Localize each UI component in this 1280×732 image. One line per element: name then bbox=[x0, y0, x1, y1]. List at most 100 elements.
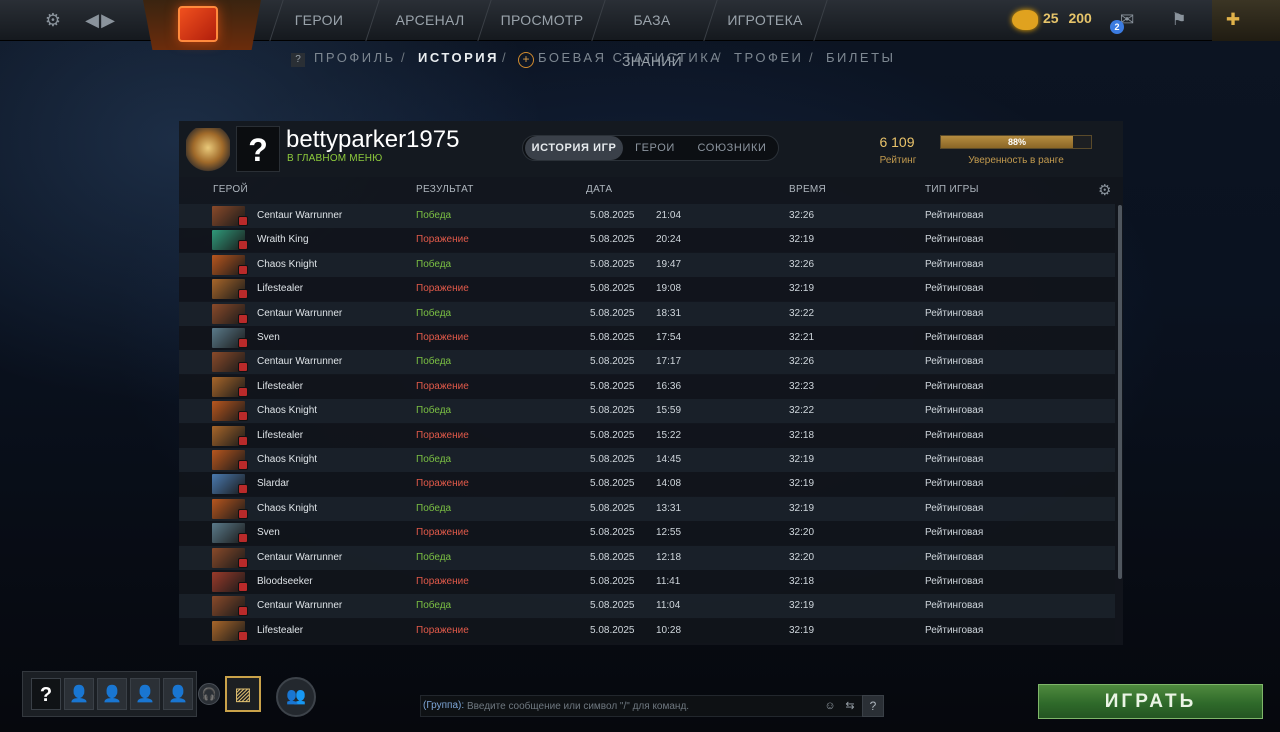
hero-role-badge-icon bbox=[238, 606, 248, 617]
column-header-duration[interactable]: ВРЕМЯ bbox=[789, 184, 826, 195]
column-header-date[interactable]: ДАТА bbox=[586, 184, 612, 195]
rank-medal-icon[interactable] bbox=[186, 128, 230, 172]
party-self-avatar[interactable]: ? bbox=[31, 678, 61, 710]
chat-input[interactable] bbox=[467, 698, 817, 714]
play-button[interactable]: ИГРАТЬ bbox=[1038, 684, 1263, 719]
subnav-trophies[interactable]: ТРОФЕИ bbox=[734, 50, 803, 65]
table-row[interactable]: Lifestealer Поражение 5.08.2025 19:08 32:19 Р… bbox=[179, 277, 1115, 302]
hero-role-badge-icon bbox=[238, 386, 248, 397]
table-settings-gear-icon[interactable]: ⚙ bbox=[1098, 181, 1111, 199]
table-row[interactable]: Slardar Поражение 5.08.2025 14:08 32:19 Рейти… bbox=[179, 472, 1115, 497]
table-row[interactable]: Centaur Warrunner Победа 5.08.2025 17:17 32:… bbox=[179, 350, 1115, 375]
column-header-game-type[interactable]: ТИП ИГРЫ bbox=[925, 184, 979, 195]
settings-gear-icon[interactable]: ⚙ bbox=[41, 8, 65, 32]
table-row[interactable]: Lifestealer Поражение 5.08.2025 16:36 32:23 Р… bbox=[179, 374, 1115, 399]
tab-heroes[interactable]: ГЕРОИ bbox=[627, 136, 683, 160]
match-time: 14:08 bbox=[656, 478, 682, 490]
chat-channel-label[interactable]: (Группа): bbox=[423, 700, 464, 711]
group-finder-icon[interactable]: 👥 bbox=[276, 677, 316, 717]
nav-tab-arcade[interactable]: ИГРОТЕКА bbox=[720, 0, 810, 41]
table-row[interactable]: Centaur Warrunner Победа 5.08.2025 11:04 32:… bbox=[179, 594, 1115, 619]
hero-name: Lifestealer bbox=[257, 380, 304, 392]
hero-role-badge-icon bbox=[238, 630, 248, 641]
hero-role-badge-icon bbox=[238, 362, 248, 373]
table-row[interactable]: Bloodseeker Поражение 5.08.2025 11:41 32:18 Р… bbox=[179, 570, 1115, 594]
match-type: Рейтинговая bbox=[925, 234, 984, 246]
rating-value: 6 109 bbox=[879, 134, 915, 150]
party-slot-empty[interactable]: 👤 bbox=[130, 678, 160, 710]
match-time: 18:31 bbox=[656, 307, 682, 319]
dota-logo-icon[interactable] bbox=[178, 6, 218, 42]
table-row[interactable]: Chaos Knight Победа 5.08.2025 14:45 32:19 Рей… bbox=[179, 448, 1115, 472]
currency-display[interactable]: 25 200 bbox=[1043, 10, 1092, 26]
match-duration: 32:26 bbox=[789, 258, 815, 270]
table-row[interactable]: Wraith King Поражение 5.08.2025 20:24 32:19 Р… bbox=[179, 228, 1115, 253]
subnav-profile[interactable]: ПРОФИЛЬ bbox=[314, 50, 396, 65]
hero-name: Sven bbox=[257, 527, 280, 539]
hero-role-badge-icon bbox=[238, 435, 248, 446]
table-row[interactable]: Lifestealer Поражение 5.08.2025 15:22 32:18 Р… bbox=[179, 423, 1115, 448]
table-row[interactable]: Chaos Knight Победа 5.08.2025 19:47 32:26 Рей… bbox=[179, 252, 1115, 277]
table-header: ГЕРОЙ РЕЗУЛЬТАТ ДАТА ВРЕМЯ ТИП ИГРЫ ⚙ bbox=[179, 179, 1123, 201]
hero-role-badge-icon bbox=[238, 264, 248, 275]
table-row[interactable]: Lifestealer Поражение 5.08.2025 10:28 32:19 Р… bbox=[179, 618, 1115, 643]
match-type: Рейтинговая bbox=[925, 380, 984, 392]
table-row[interactable]: Chaos Knight Победа 5.08.2025 13:31 32:19 Рей… bbox=[179, 496, 1115, 521]
table-row[interactable]: Centaur Warrunner Победа 5.08.2025 21:04 32:… bbox=[179, 204, 1115, 228]
party-slot-empty[interactable]: 👤 bbox=[97, 678, 127, 710]
subnav-separator: / bbox=[809, 50, 813, 65]
match-result: Поражение bbox=[416, 624, 469, 636]
hero-role-badge-icon bbox=[238, 557, 248, 568]
match-result: Поражение bbox=[416, 234, 469, 246]
emoji-icon[interactable]: ☺ bbox=[822, 698, 838, 714]
tab-allies[interactable]: СОЮЗНИКИ bbox=[687, 136, 777, 160]
match-result: Поражение bbox=[416, 283, 469, 295]
nav-tab-knowledge-base[interactable]: БАЗА ЗНАНИЙ bbox=[604, 0, 700, 69]
table-row[interactable]: Centaur Warrunner Победа 5.08.2025 12:18 32:… bbox=[179, 545, 1115, 570]
subnav-separator: / bbox=[717, 50, 721, 65]
table-row[interactable]: Chaos Knight Победа 5.08.2025 15:59 32:22 Рей… bbox=[179, 399, 1115, 424]
subnav-tickets[interactable]: БИЛЕТЫ bbox=[826, 50, 896, 65]
match-result: Победа bbox=[416, 356, 452, 368]
friends-banner-icon[interactable]: ⚑ bbox=[1166, 8, 1192, 32]
avatar[interactable]: ? bbox=[236, 126, 280, 172]
hero-role-badge-icon bbox=[238, 216, 248, 226]
hero-name: Lifestealer bbox=[257, 283, 304, 295]
match-duration: 32:22 bbox=[789, 405, 815, 417]
match-date: 5.08.2025 bbox=[590, 283, 635, 295]
match-duration: 32:26 bbox=[789, 356, 815, 368]
nav-tab-watch[interactable]: ПРОСМОТР bbox=[494, 0, 590, 41]
match-duration: 32:20 bbox=[789, 527, 815, 539]
match-duration: 32:20 bbox=[789, 551, 815, 563]
match-duration: 32:18 bbox=[789, 429, 815, 441]
match-result: Победа bbox=[416, 405, 452, 417]
nav-tab-heroes[interactable]: ГЕРОИ bbox=[280, 0, 358, 41]
match-date: 5.08.2025 bbox=[590, 624, 635, 636]
column-header-hero[interactable]: ГЕРОЙ bbox=[213, 184, 248, 195]
match-time: 17:17 bbox=[656, 356, 682, 368]
forward-arrow-icon[interactable]: ▶ bbox=[96, 8, 120, 32]
match-date: 5.08.2025 bbox=[590, 210, 635, 221]
scrollbar[interactable] bbox=[1118, 205, 1122, 579]
match-result: Поражение bbox=[416, 478, 469, 490]
match-duration: 32:19 bbox=[789, 502, 815, 514]
top-navigation: ⚙ ◀ ▶ ГЕРОИ АРСЕНАЛ ПРОСМОТР БАЗА ЗНАНИЙ… bbox=[0, 0, 1280, 69]
chat-help-button[interactable]: ? bbox=[862, 695, 884, 717]
match-date: 5.08.2025 bbox=[590, 307, 635, 319]
table-row[interactable]: Centaur Warrunner Победа 5.08.2025 18:31 32:… bbox=[179, 301, 1115, 326]
table-row[interactable]: Sven Поражение 5.08.2025 17:54 32:21 Рейтинго… bbox=[179, 326, 1115, 350]
nav-tab-armory[interactable]: АРСЕНАЛ bbox=[384, 0, 476, 41]
party-slot-empty[interactable]: 👤 bbox=[163, 678, 193, 710]
subnav-history[interactable]: ИСТОРИЯ bbox=[418, 50, 499, 65]
rank-tier-icon[interactable]: ▨ bbox=[225, 676, 261, 712]
table-row[interactable]: Sven Поражение 5.08.2025 12:55 32:20 Рейтинго… bbox=[179, 521, 1115, 546]
tab-match-history[interactable]: ИСТОРИЯ ИГР bbox=[525, 136, 623, 160]
subnav-combat-stats[interactable]: БОЕВАЯ СТАТИСТИКА bbox=[538, 50, 721, 65]
party-slot-empty[interactable]: 👤 bbox=[64, 678, 94, 710]
chat-wheel-icon[interactable]: ⇆ bbox=[842, 698, 858, 714]
match-type: Рейтинговая bbox=[925, 429, 984, 441]
hero-role-badge-icon bbox=[238, 508, 248, 519]
column-header-result[interactable]: РЕЗУЛЬТАТ bbox=[416, 184, 474, 195]
dota-plus-button[interactable]: ✚ bbox=[1212, 0, 1280, 41]
voice-headset-icon[interactable]: 🎧 bbox=[198, 683, 220, 705]
